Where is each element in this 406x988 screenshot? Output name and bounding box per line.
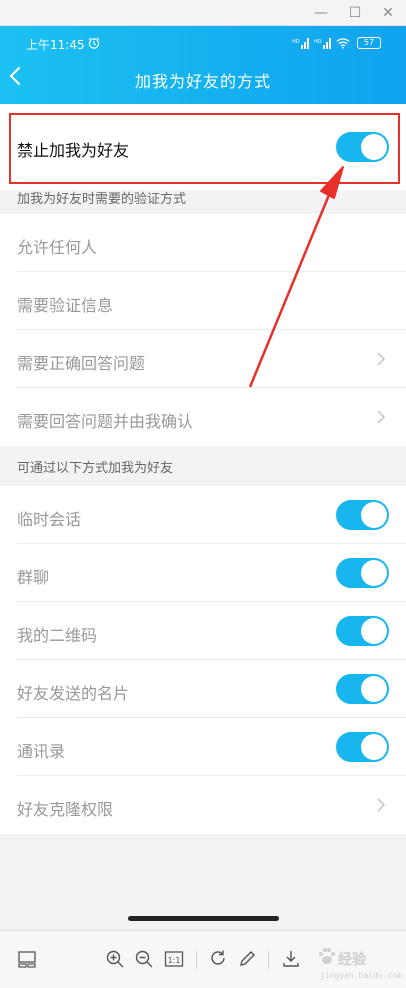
watermark-text: 经验	[338, 952, 366, 968]
app-header: 上午11:45 HD HD 57 加我为好友的方式	[0, 26, 406, 104]
add-method-label: 好友克隆权限	[17, 800, 114, 819]
verify-option-row[interactable]: 需要回答问题并由我确认	[0, 388, 406, 446]
svg-text:HD: HD	[314, 39, 322, 45]
add-method-row[interactable]: 临时会话	[0, 486, 406, 544]
actual-size-icon[interactable]: 1:1	[164, 949, 184, 969]
chevron-right-icon	[377, 798, 386, 812]
add-method-row[interactable]: 群聊	[0, 544, 406, 602]
close-icon[interactable]: ✕	[377, 2, 399, 24]
add-method-label: 好友发送的名片	[17, 684, 130, 703]
edit-pen-icon[interactable]	[237, 949, 257, 969]
wifi-icon	[336, 38, 350, 49]
home-indicator	[128, 916, 279, 921]
qr-code-toggle[interactable]	[336, 616, 389, 646]
verify-option-row[interactable]: 需要验证信息	[0, 272, 406, 330]
svg-text:1:1: 1:1	[168, 956, 181, 965]
verification-section-title: 加我为好友时需要的验证方式	[0, 190, 406, 214]
toolbar-separator	[268, 951, 269, 969]
zoom-in-icon[interactable]	[105, 949, 125, 969]
rotate-icon[interactable]	[208, 949, 228, 969]
maximize-icon[interactable]: ☐	[344, 2, 366, 24]
chevron-right-icon	[377, 352, 386, 366]
verify-option-label: 需要正确回答问题	[17, 354, 146, 373]
temp-chat-toggle[interactable]	[336, 500, 389, 530]
download-icon[interactable]	[281, 949, 301, 969]
svg-text:HD: HD	[292, 39, 300, 45]
viewer-toolbar: 1:1 经验 jingyan.baidu.com	[0, 930, 406, 988]
verify-option-label: 需要回答问题并由我确认	[17, 412, 194, 431]
toggle-knob	[361, 502, 387, 528]
minimize-icon[interactable]: —	[310, 2, 332, 24]
toolbar-separator	[196, 951, 197, 969]
add-method-row[interactable]: 我的二维码	[0, 602, 406, 660]
verify-option-label: 需要验证信息	[17, 296, 114, 315]
page-title: 加我为好友的方式	[134, 72, 271, 91]
signal-icon: HD	[314, 38, 331, 49]
verify-option-label: 允许任何人	[17, 238, 98, 257]
verify-option-row[interactable]: 需要正确回答问题	[0, 330, 406, 388]
toggle-knob	[361, 676, 387, 702]
chevron-right-icon	[377, 410, 386, 424]
viewer-title-bar: — ☐ ✕	[0, 0, 406, 26]
signal-icon: HD	[292, 38, 309, 49]
alarm-icon	[88, 37, 100, 49]
add-method-row[interactable]: 好友克隆权限	[0, 776, 406, 834]
watermark-url: jingyan.baidu.com	[320, 971, 402, 980]
add-method-label: 群聊	[17, 568, 50, 587]
baidu-jingyan-watermark: 经验 jingyan.baidu.com	[316, 945, 402, 985]
toggle-knob	[361, 560, 387, 586]
add-method-row[interactable]: 通讯录	[0, 718, 406, 776]
group-chat-toggle[interactable]	[336, 558, 389, 588]
status-time: 上午11:45	[26, 38, 85, 52]
thumbnail-icon[interactable]	[17, 949, 37, 969]
battery-icon: 57	[357, 37, 381, 49]
contacts-toggle[interactable]	[336, 732, 389, 762]
paw-icon	[319, 948, 335, 964]
add-method-label: 临时会话	[17, 510, 82, 529]
highlight-box	[9, 113, 400, 184]
friend-card-toggle[interactable]	[336, 674, 389, 704]
add-method-label: 我的二维码	[17, 626, 98, 645]
screenshot-viewer: — ☐ ✕ 上午11:45 HD HD 57 加我为好友的方式 禁止加我为好友 …	[0, 0, 406, 988]
add-method-label: 通讯录	[17, 742, 66, 761]
verify-option-row[interactable]: 允许任何人	[0, 214, 406, 272]
zoom-out-icon[interactable]	[134, 949, 154, 969]
add-methods-section-title: 可通过以下方式加我为好友	[0, 446, 406, 486]
toggle-knob	[361, 618, 387, 644]
add-method-row[interactable]: 好友发送的名片	[0, 660, 406, 718]
toggle-knob	[361, 734, 387, 760]
